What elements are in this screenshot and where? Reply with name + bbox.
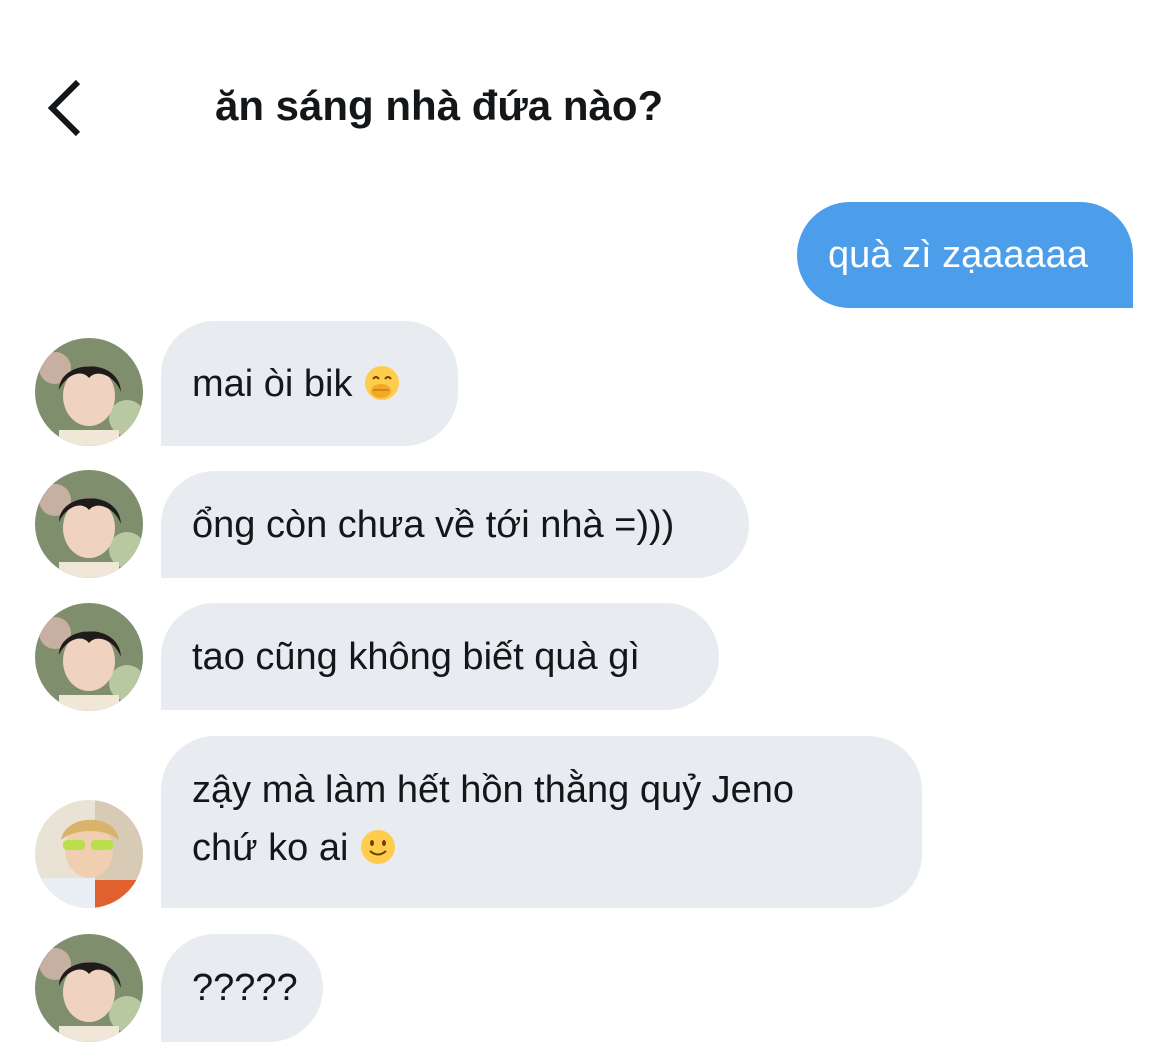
message-bubble-incoming[interactable]: ????? — [161, 934, 323, 1042]
conversation-title: ăn sáng nhà đứa nào? — [215, 82, 664, 129]
avatar[interactable] — [35, 338, 143, 446]
message-text: mai òi bik — [192, 363, 353, 405]
conversation-header: ăn sáng nhà đứa nào? — [0, 0, 1169, 170]
back-button[interactable] — [40, 72, 100, 142]
message-text: quà zì zạaaaaa — [828, 234, 1088, 276]
message-text-line: chứ ko ai — [192, 819, 922, 883]
message-bubble-incoming[interactable]: zậy mà làm hết hồn thằng quỷ Jeno chứ ko… — [161, 736, 922, 908]
message-bubble-incoming[interactable]: tao cũng không biết quà gì — [161, 603, 719, 710]
avatar[interactable] — [35, 603, 143, 711]
message-text: tao cũng không biết quà gì — [192, 636, 640, 678]
message-bubble-outgoing[interactable]: quà zì zạaaaaa — [797, 202, 1133, 308]
message-bubble-incoming[interactable]: ổng còn chưa về tới nhà =))) — [161, 471, 749, 578]
avatar[interactable] — [35, 800, 143, 908]
face-with-hand-over-mouth-emoji — [363, 361, 401, 419]
message-text-line: zậy mà làm hết hồn thằng quỷ Jeno — [192, 769, 795, 811]
message-bubble-incoming[interactable]: mai òi bik — [161, 321, 458, 446]
message-text: ổng còn chưa về tới nhà =))) — [192, 504, 675, 546]
message-text: ????? — [192, 967, 298, 1009]
avatar[interactable] — [35, 934, 143, 1042]
slightly-smiling-face-emoji — [359, 825, 397, 883]
dm-conversation-screen: ăn sáng nhà đứa nào? quà zì zạaaaaa mai … — [0, 0, 1169, 1050]
avatar[interactable] — [35, 470, 143, 578]
chevron-left-icon — [47, 79, 81, 137]
